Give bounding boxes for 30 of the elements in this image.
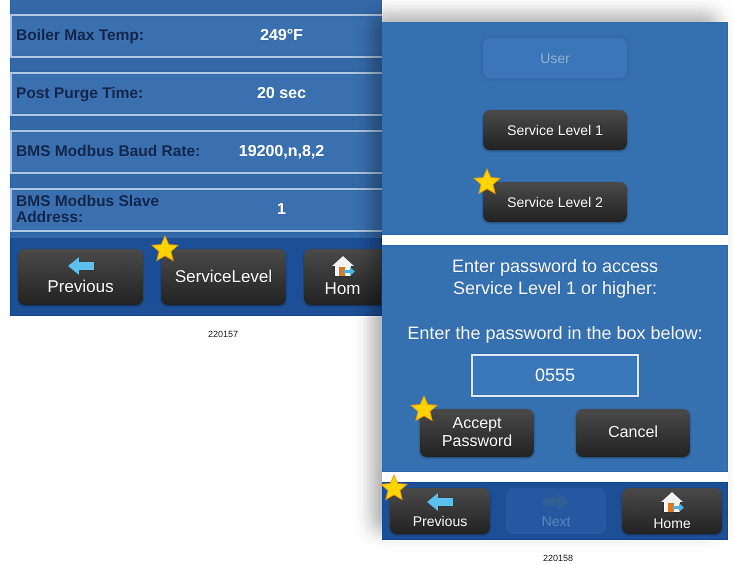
setting-label: BMS Modbus Slave Address: — [16, 194, 160, 226]
access-level-button[interactable]: Service Level 2 — [483, 182, 627, 222]
arrow-left-icon — [68, 257, 94, 275]
setting-row[interactable]: Post Purge Time: 20 sec — [10, 72, 382, 116]
password-instruction: Enter the password in the box below: — [407, 323, 703, 344]
setting-row[interactable]: BMS Modbus Baud Rate: 19200,n,8,2 — [10, 130, 382, 174]
setting-label: Post Purge Time: — [16, 86, 144, 102]
previous-button[interactable]: Previous — [18, 249, 143, 305]
password-field[interactable]: 0555 — [471, 354, 639, 397]
accept-button[interactable]: Accept Password — [420, 409, 534, 457]
service-level-button[interactable]: ServiceLevel — [161, 249, 286, 305]
setting-value: 20 sec — [256, 85, 307, 103]
house-icon — [660, 491, 684, 513]
setting-value: 249°F — [259, 27, 304, 45]
arrow-left-icon — [427, 493, 453, 511]
home-button[interactable]: Hom — [304, 249, 381, 305]
access-level-button[interactable]: Service Level 1 — [483, 110, 627, 150]
password-heading: Enter password to access Service Level 1 or higher: — [450, 255, 660, 299]
home-button[interactable]: Home — [622, 488, 722, 534]
setting-value: 1 — [276, 201, 287, 219]
setting-row[interactable]: BMS Modbus Slave Address: 1 — [10, 188, 382, 232]
figure-caption: 220157 — [208, 329, 238, 339]
setting-label: BMS Modbus Baud Rate: — [16, 144, 202, 160]
setting-label: Boiler Max Temp: — [16, 28, 146, 44]
house-icon — [330, 255, 354, 277]
cancel-button[interactable]: Cancel — [576, 409, 690, 457]
setting-value: 19200,n,8,2 — [238, 143, 326, 161]
previous-button[interactable]: Previous — [390, 488, 490, 534]
figure-caption: 220158 — [543, 553, 574, 563]
setting-row[interactable]: Boiler Max Temp: 249°F — [10, 14, 382, 58]
